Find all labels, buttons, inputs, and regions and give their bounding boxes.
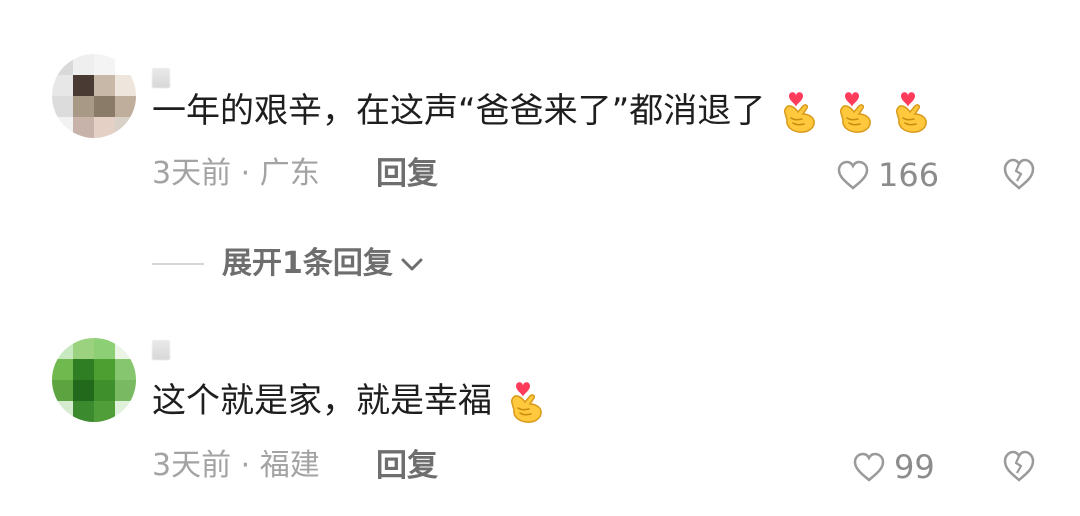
chevron-down-icon (401, 258, 423, 271)
blurred-username[interactable] (152, 66, 170, 90)
comment-meta: 3天前 · 广东 (152, 156, 320, 191)
heart-hand-emoji-icon (833, 88, 877, 134)
heart-hand-emoji-icon (777, 88, 821, 134)
blurred-username[interactable] (152, 338, 170, 362)
comment-item: 一年的艰辛，在这声“爸爸来了”都消退了 3天前 · 广东 回复 166 展开1条… (0, 0, 1080, 281)
broken-heart-icon[interactable] (1002, 450, 1036, 482)
comment-text: 这个就是家，就是幸福 (152, 381, 492, 421)
reply-button[interactable]: 回复 (376, 448, 438, 484)
heart-hand-emoji-icon (889, 88, 933, 134)
heart-outline-icon (853, 452, 885, 482)
heart-hand-emoji-icon (504, 378, 548, 424)
comment-text: 一年的艰辛，在这声“爸爸来了”都消退了 (152, 91, 766, 131)
expand-replies-label: 展开1条回复 (222, 246, 393, 281)
expand-divider (152, 263, 204, 265)
reply-button[interactable]: 回复 (376, 156, 438, 192)
broken-heart-icon[interactable] (1002, 158, 1036, 190)
username-mosaic (152, 340, 170, 360)
avatar[interactable] (52, 54, 136, 138)
comment-text-row: 一年的艰辛，在这声“爸爸来了”都消退了 (152, 88, 933, 134)
like-count: 166 (878, 156, 940, 194)
heart-outline-icon (837, 160, 869, 190)
like-button[interactable]: 99 (852, 448, 935, 486)
avatar[interactable] (52, 338, 136, 422)
comment-meta: 3天前 · 福建 (152, 448, 320, 483)
comment-item: 这个就是家，就是幸福 3天前 · 福建 回复 99 (0, 330, 1080, 516)
like-count: 99 (894, 448, 935, 486)
comment-text-row: 这个就是家，就是幸福 (152, 378, 548, 424)
expand-replies-button[interactable]: 展开1条回复 (152, 246, 425, 282)
username-mosaic (152, 68, 170, 88)
like-button[interactable]: 166 (836, 156, 939, 194)
